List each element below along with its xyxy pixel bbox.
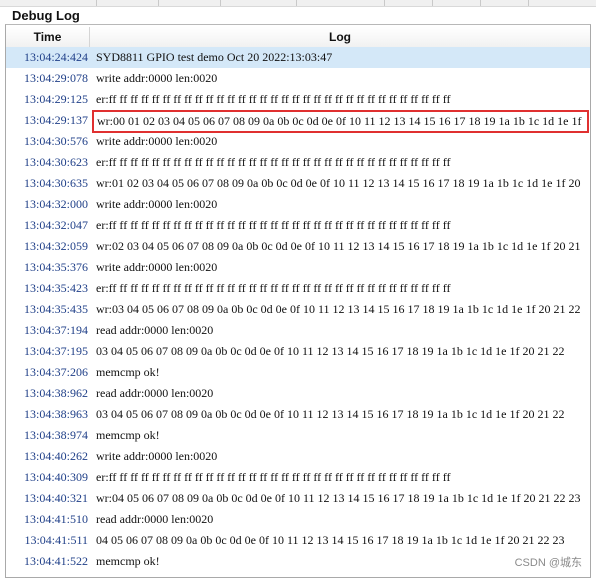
log-row[interactable]: 13:04:38:963 03 04 05 06 07 08 09 0a 0b 0…	[6, 404, 590, 425]
tab-divider	[296, 0, 297, 6]
tab-divider	[96, 0, 97, 6]
log-message-cell: er:ff ff ff ff ff ff ff ff ff ff ff ff f…	[96, 92, 451, 106]
log-time-cell: 13:04:40:262	[23, 449, 88, 463]
log-message-cell: memcmp ok!	[96, 554, 160, 568]
log-time-cell: 13:04:38:962	[23, 386, 88, 400]
log-time-cell: 13:04:37:195	[23, 344, 88, 358]
log-time-cell: 13:04:29:137	[23, 113, 88, 127]
grid-header: Time Log	[6, 27, 590, 48]
log-time-cell: 13:04:37:206	[23, 365, 88, 379]
log-row[interactable]: 13:04:29:078 write addr:0000 len:0020	[6, 68, 590, 89]
log-message-cell: wr:04 05 06 07 08 09 0a 0b 0c 0d 0e 0f 1…	[96, 491, 581, 505]
log-message-cell: wr:02 03 04 05 06 07 08 09 0a 0b 0c 0d 0…	[96, 239, 581, 253]
log-row[interactable]: 13:04:30:623 er:ff ff ff ff ff ff ff ff f…	[6, 152, 590, 173]
log-time-cell: 13:04:38:963	[23, 407, 88, 421]
log-message-cell: 03 04 05 06 07 08 09 0a 0b 0c 0d 0e 0f 1…	[96, 407, 565, 421]
log-row[interactable]: 13:04:37:206 memcmp ok!	[6, 362, 590, 383]
log-time-cell: 13:04:30:623	[23, 155, 88, 169]
log-row[interactable]: 13:04:40:321 wr:04 05 06 07 08 09 0a 0b 0…	[6, 488, 590, 509]
watermark: CSDN @城东	[514, 557, 582, 569]
log-row[interactable]: 13:04:32:047 er:ff ff ff ff ff ff ff ff f…	[6, 215, 590, 236]
log-time-cell: 13:04:24:424	[23, 50, 88, 64]
tab-divider	[528, 0, 529, 6]
tab-divider	[158, 0, 159, 6]
log-message-cell: write addr:0000 len:0020	[96, 71, 218, 85]
log-row[interactable]: 13:04:35:376 write addr:0000 len:0020	[6, 257, 590, 278]
log-message-cell: wr:01 02 03 04 05 06 07 08 09 0a 0b 0c 0…	[96, 176, 581, 190]
log-time-cell: 13:04:41:522	[23, 554, 88, 568]
log-time-cell: 13:04:30:576	[23, 134, 88, 148]
log-row[interactable]: 13:04:32:059 wr:02 03 04 05 06 07 08 09 0…	[6, 236, 590, 257]
log-grid[interactable]: Time Log 13:04:24:424 SYD8811 GPIO test d…	[6, 27, 590, 579]
log-row[interactable]: 13:04:35:435 wr:03 04 05 06 07 08 09 0a 0…	[6, 299, 590, 320]
log-row[interactable]: 13:04:41:522 memcmp ok!	[6, 551, 590, 572]
log-row[interactable]: 13:04:29:125 er:ff ff ff ff ff ff ff ff f…	[6, 89, 590, 110]
log-row[interactable]: 13:04:40:309 er:ff ff ff ff ff ff ff ff f…	[6, 467, 590, 488]
log-row[interactable]: 13:04:32:000 write addr:0000 len:0020	[6, 194, 590, 215]
log-message-cell: memcmp ok!	[96, 365, 160, 379]
log-time-cell: 13:04:38:974	[23, 428, 88, 442]
log-row[interactable]: 13:04:38:974 memcmp ok!	[6, 425, 590, 446]
highlighted-log-message: wr:00 01 02 03 04 05 06 07 08 09 0a 0b 0…	[92, 110, 589, 133]
panel-title: Debug Log	[12, 8, 80, 23]
log-time-cell: 13:04:29:078	[23, 71, 88, 85]
log-row[interactable]: 13:04:40:262 write addr:0000 len:0020	[6, 446, 590, 467]
log-row[interactable]: 13:04:30:576 write addr:0000 len:0020	[6, 131, 590, 152]
log-message-cell: er:ff ff ff ff ff ff ff ff ff ff ff ff f…	[96, 155, 451, 169]
log-row[interactable]: 13:04:41:511 04 05 06 07 08 09 0a 0b 0c 0…	[6, 530, 590, 551]
log-time-cell: 13:04:35:376	[23, 260, 88, 274]
column-header-log[interactable]: Log	[90, 27, 590, 47]
log-message-cell: write addr:0000 len:0020	[96, 449, 218, 463]
log-message-cell: read addr:0000 len:0020	[96, 386, 214, 400]
log-row[interactable]: 13:04:38:962 read addr:0000 len:0020	[6, 383, 590, 404]
log-time-cell: 13:04:40:321	[23, 491, 88, 505]
top-tab-strip	[0, 0, 596, 7]
log-time-cell: 13:04:40:309	[23, 470, 88, 484]
log-message-cell: er:ff ff ff ff ff ff ff ff ff ff ff ff f…	[96, 470, 451, 484]
log-time-cell: 13:04:32:000	[23, 197, 88, 211]
log-row[interactable]: 13:04:37:194 read addr:0000 len:0020	[6, 320, 590, 341]
log-time-cell: 13:04:41:510	[23, 512, 88, 526]
log-row[interactable]: 13:04:35:423 er:ff ff ff ff ff ff ff ff f…	[6, 278, 590, 299]
log-row[interactable]: 13:04:30:635 wr:01 02 03 04 05 06 07 08 0…	[6, 173, 590, 194]
log-message-cell: 04 05 06 07 08 09 0a 0b 0c 0d 0e 0f 10 1…	[96, 533, 565, 547]
log-row[interactable]: 13:04:41:510 read addr:0000 len:0020	[6, 509, 590, 530]
log-message-cell: memcmp ok!	[96, 428, 160, 442]
highlighted-log-row[interactable]: 13:04:29:137 wr:00 01 02 03 04 05 06 07 0…	[6, 110, 590, 133]
tab-divider	[480, 0, 481, 6]
log-time-cell: 13:04:29:125	[23, 92, 88, 106]
log-message-cell: wr:03 04 05 06 07 08 09 0a 0b 0c 0d 0e 0…	[96, 302, 581, 316]
column-header-time[interactable]: Time	[6, 27, 90, 47]
log-row[interactable]: 13:04:24:424 SYD8811 GPIO test demo Oct 2…	[6, 47, 590, 68]
log-time-cell: 13:04:32:059	[23, 239, 88, 253]
log-row[interactable]: 13:04:37:195 03 04 05 06 07 08 09 0a 0b 0…	[6, 341, 590, 362]
log-message-cell: read addr:0000 len:0020	[96, 323, 214, 337]
log-message-cell: read addr:0000 len:0020	[96, 512, 214, 526]
log-message-cell: write addr:0000 len:0020	[96, 134, 218, 148]
tab-divider	[220, 0, 221, 6]
log-message-cell: write addr:0000 len:0020	[96, 260, 218, 274]
log-time-cell: 13:04:30:635	[23, 176, 88, 190]
tab-divider	[384, 0, 385, 6]
log-message-cell: 03 04 05 06 07 08 09 0a 0b 0c 0d 0e 0f 1…	[96, 344, 565, 358]
log-time-cell: 13:04:37:194	[23, 323, 88, 337]
log-time-cell: 13:04:35:435	[23, 302, 88, 316]
tab-divider	[432, 0, 433, 6]
log-rows: 13:04:24:424 SYD8811 GPIO test demo Oct 2…	[6, 47, 590, 572]
log-message-cell: write addr:0000 len:0020	[96, 197, 218, 211]
log-time-cell: 13:04:35:423	[23, 281, 88, 295]
log-time-cell: 13:04:32:047	[23, 218, 88, 232]
log-message-cell: er:ff ff ff ff ff ff ff ff ff ff ff ff f…	[96, 218, 451, 232]
log-message-cell: SYD8811 GPIO test demo Oct 20 2022:13:03…	[96, 50, 333, 64]
log-message-cell: er:ff ff ff ff ff ff ff ff ff ff ff ff f…	[96, 281, 451, 295]
log-time-cell: 13:04:41:511	[24, 533, 88, 547]
